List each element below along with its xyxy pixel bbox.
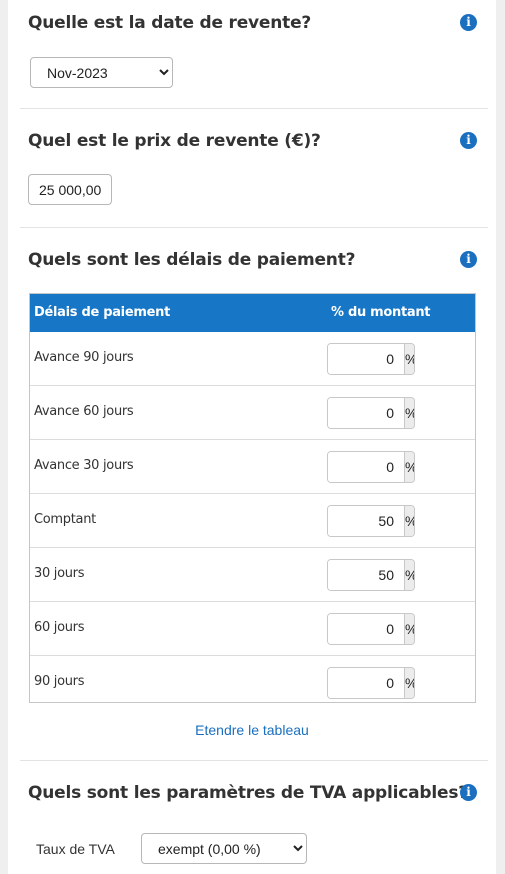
payment-terms-table: Délais de paiement % du montant Avance 9…: [29, 293, 476, 703]
resale-price-question: Quel est le prix de revente (€)?: [28, 131, 321, 151]
table-header: Délais de paiement % du montant: [30, 294, 475, 332]
table-row: 30 jours %: [30, 547, 475, 601]
resale-price-input[interactable]: [28, 174, 112, 205]
percent-input[interactable]: [328, 506, 404, 536]
form-panel: Quelle est la date de revente? i Nov-202…: [8, 0, 496, 874]
row-label: Avance 30 jours: [34, 458, 134, 473]
percent-field: %: [327, 667, 415, 699]
percent-suffix: %: [404, 452, 414, 482]
resale-date-question: Quelle est la date de revente?: [28, 13, 312, 33]
percent-suffix: %: [404, 344, 414, 374]
percent-input[interactable]: [328, 398, 404, 428]
percent-field: %: [327, 505, 415, 537]
percent-suffix: %: [404, 560, 414, 590]
divider: [20, 108, 488, 109]
row-label: 30 jours: [34, 566, 85, 581]
column-header-percent: % du montant: [331, 305, 431, 320]
info-icon[interactable]: i: [460, 14, 477, 31]
percent-suffix: %: [404, 506, 414, 536]
info-icon[interactable]: i: [460, 251, 477, 268]
row-label: 60 jours: [34, 620, 85, 635]
table-body: Avance 90 jours % Avance 60 jours % Avan…: [30, 332, 475, 709]
percent-input[interactable]: [328, 668, 404, 698]
row-label: Avance 60 jours: [34, 404, 134, 419]
percent-field: %: [327, 613, 415, 645]
row-label: Avance 90 jours: [34, 350, 134, 365]
percent-suffix: %: [404, 398, 414, 428]
percent-field: %: [327, 343, 415, 375]
table-row: 90 jours %: [30, 655, 475, 709]
row-label: 90 jours: [34, 674, 85, 689]
info-icon[interactable]: i: [460, 784, 477, 801]
vat-rate-select[interactable]: exempt (0,00 %): [141, 833, 307, 864]
table-row: Avance 60 jours %: [30, 385, 475, 439]
percent-input[interactable]: [328, 614, 404, 644]
divider: [20, 227, 488, 228]
table-row: Avance 90 jours %: [30, 332, 475, 385]
payment-terms-question: Quels sont les délais de paiement?: [28, 250, 356, 270]
info-icon[interactable]: i: [460, 132, 477, 149]
percent-field: %: [327, 451, 415, 483]
row-label: Comptant: [34, 512, 96, 527]
percent-suffix: %: [404, 614, 414, 644]
percent-field: %: [327, 397, 415, 429]
percent-suffix: %: [404, 668, 414, 698]
resale-date-select[interactable]: Nov-2023: [30, 57, 173, 88]
divider: [20, 760, 488, 761]
percent-input[interactable]: [328, 452, 404, 482]
table-row: 60 jours %: [30, 601, 475, 655]
percent-field: %: [327, 559, 415, 591]
table-row: Avance 30 jours %: [30, 439, 475, 493]
table-row: Comptant %: [30, 493, 475, 547]
vat-question: Quels sont les paramètres de TVA applica…: [28, 783, 468, 803]
vat-rate-label: Taux de TVA: [36, 841, 115, 857]
percent-input[interactable]: [328, 344, 404, 374]
expand-table-link[interactable]: Etendre le tableau: [8, 722, 496, 738]
percent-input[interactable]: [328, 560, 404, 590]
column-header-terms: Délais de paiement: [34, 305, 170, 320]
